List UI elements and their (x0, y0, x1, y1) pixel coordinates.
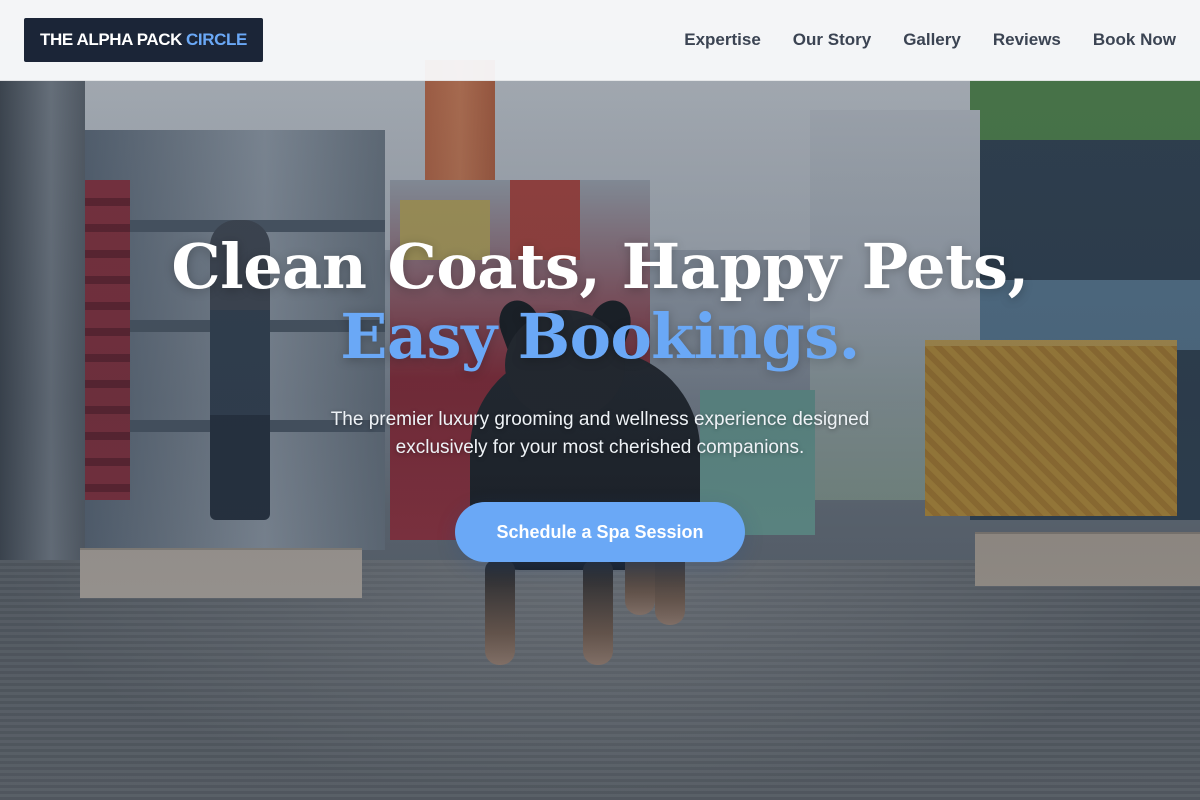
nav-link-book-now[interactable]: Book Now (1093, 30, 1176, 50)
main-nav: Expertise Our Story Gallery Reviews Book… (684, 0, 1176, 80)
nav-link-our-story[interactable]: Our Story (793, 30, 871, 50)
headline-line-1: Clean Coats, Happy Pets, (171, 230, 1029, 303)
logo-text: THE ALPHA PACK (40, 30, 183, 49)
schedule-spa-session-button[interactable]: Schedule a Spa Session (455, 502, 745, 562)
logo-accent-text: CIRCLE (186, 30, 247, 49)
hero-section: Clean Coats, Happy Pets, Easy Bookings. … (0, 0, 1200, 800)
brand-logo[interactable]: THE ALPHA PACK CIRCLE (24, 18, 263, 62)
nav-link-expertise[interactable]: Expertise (684, 30, 761, 50)
hero-subtext: The premier luxury grooming and wellness… (330, 409, 870, 458)
hero-headline: Clean Coats, Happy Pets, Easy Bookings. (0, 232, 1200, 372)
headline-line-2: Easy Bookings. (340, 300, 860, 373)
site-header: THE ALPHA PACK CIRCLE Expertise Our Stor… (0, 0, 1200, 81)
nav-link-reviews[interactable]: Reviews (993, 30, 1061, 50)
nav-link-gallery[interactable]: Gallery (903, 30, 961, 50)
